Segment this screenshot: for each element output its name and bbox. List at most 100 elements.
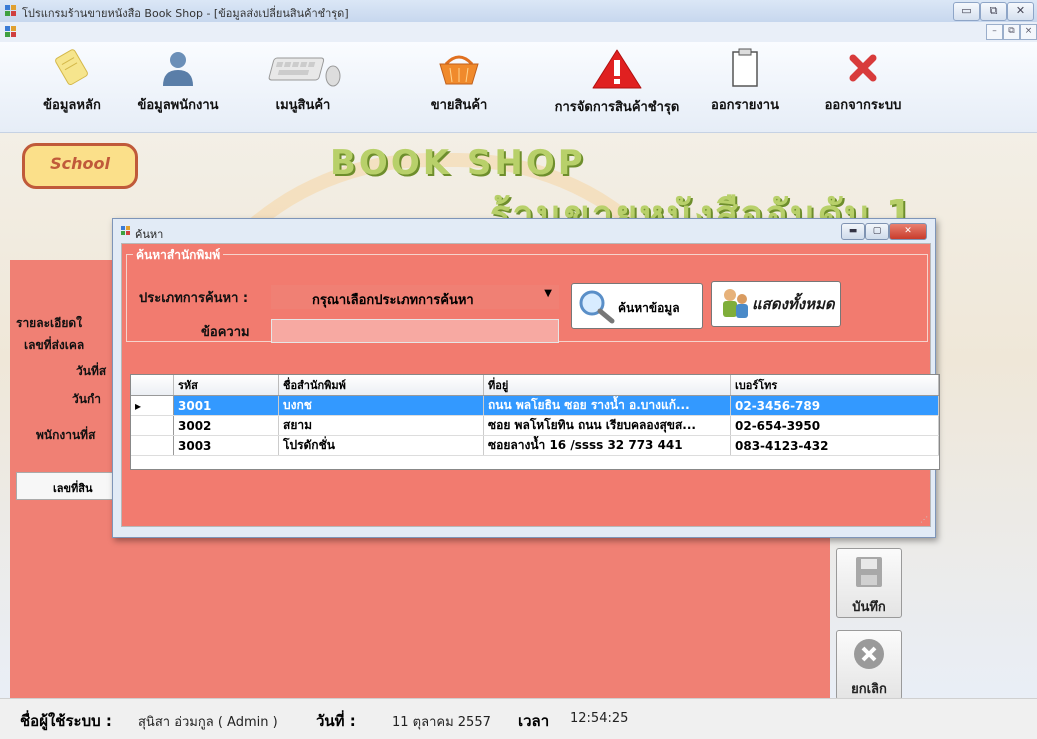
cell-address: ถนน พลโยธิน ซอย รางน้ำ อ.บางแก้... (483, 395, 731, 416)
cell-code: 3001 (173, 395, 279, 416)
status-bar: ชื่อผู้ใช้ระบบ : สุนิสา อ่วมกูล ( Admin … (0, 698, 1037, 739)
field-label-due-date: วันกำ (72, 392, 101, 406)
time-label: เวลา (518, 712, 550, 730)
cancel-button-label: ยกเลิก (851, 682, 887, 697)
cell-phone: 02-3456-789 (730, 395, 939, 416)
cell-publisher: โปรดักชั่น (278, 435, 484, 456)
search-button-label: ค้นหาข้อมูล (618, 301, 680, 315)
search-type-select[interactable]: กรุณาเลือกประเภทการค้นหา ▼ (271, 285, 559, 309)
toolbar-item-logout[interactable]: ออกจากระบบ (812, 48, 914, 128)
date-value: 11 ตุลาคม 2557 (392, 715, 491, 730)
cell-phone: 02-654-3950 (730, 415, 939, 436)
row-selector[interactable] (131, 435, 174, 456)
toolbar-item-label: ขายสินค้า (430, 98, 488, 113)
search-button[interactable]: ค้นหาข้อมูล (571, 283, 703, 329)
toolbar-item-label: ข้อมูลพนักงาน (137, 98, 219, 113)
toolbar-item-label: เมนูสินค้า (275, 98, 331, 113)
close-button[interactable]: ✕ (1007, 2, 1034, 21)
publisher-table[interactable]: รหัส ชื่อสำนักพิมพ์ ที่อยู่ เบอร์โทร ▸ 3… (130, 374, 940, 470)
school-sign: School (22, 143, 138, 189)
column-header-phone[interactable]: เบอร์โทร (730, 375, 939, 396)
warning-icon (592, 49, 642, 89)
toolbar-item-employee[interactable]: ข้อมูลพนักงาน (130, 48, 226, 128)
cell-publisher: สยาม (278, 415, 484, 436)
cancel-button[interactable]: ยกเลิก (836, 630, 902, 700)
row-selector-arrow-icon[interactable]: ▸ (131, 395, 174, 416)
cell-code: 3003 (173, 435, 279, 456)
cell-code: 3002 (173, 415, 279, 436)
table-row[interactable]: 3003 โปรดักชั่น ซอยลางน้ำ 16 /ssss 32 77… (131, 435, 939, 456)
dialog-app-icon (121, 226, 130, 235)
mdi-bar: – ⧉ × (0, 22, 1037, 43)
dialog-body: ค้นหาสำนักพิมพ์ ประเภทการค้นหา : กรุณาเล… (121, 243, 940, 527)
toolbar-item-label: ออกจากระบบ (824, 98, 902, 113)
cell-address: ซอย พลโหโยทิน ถนน เรียบคลองสุขส... (483, 415, 731, 436)
column-header-address[interactable]: ที่อยู่ (483, 375, 731, 396)
cancel-icon (854, 639, 884, 669)
chevron-down-icon: ▼ (544, 288, 552, 299)
column-header-code[interactable]: รหัส (173, 375, 279, 396)
notepad-icon (55, 49, 88, 86)
restore-button[interactable]: ⧉ (980, 2, 1007, 21)
mdi-restore-button[interactable]: ⧉ (1003, 24, 1020, 40)
search-type-label: ประเภทการค้นหา : (139, 291, 249, 306)
dialog-minimize-button[interactable]: ▬ (841, 223, 865, 240)
floppy-disk-icon (856, 557, 882, 587)
table-header-row: รหัส ชื่อสำนักพิมพ์ ที่อยู่ เบอร์โทร (131, 375, 939, 396)
column-header-publisher[interactable]: ชื่อสำนักพิมพ์ (278, 375, 484, 396)
window-title: โปรแกรมร้านขายหนังสือ Book Shop - [ข้อมู… (22, 7, 349, 20)
user-label: ชื่อผู้ใช้ระบบ : (20, 712, 112, 730)
toolbar-item-label: การจัดการสินค้าชำรุด (554, 100, 680, 115)
section-label: รายละเอียดใ (16, 316, 83, 330)
field-label-date: วันที่ส (76, 364, 107, 378)
toolbar-item-product-menu[interactable]: เมนูสินค้า (258, 48, 348, 128)
show-all-button[interactable]: แสดงทั้งหมด (711, 281, 841, 327)
user-icon (163, 52, 193, 86)
toolbar-item-damaged-goods[interactable]: การจัดการสินค้าชำรุด (542, 48, 692, 128)
toolbar-item-master-data[interactable]: ข้อมูลหลัก (30, 48, 114, 128)
close-icon (849, 54, 877, 82)
save-button[interactable]: บันทึก (836, 548, 902, 618)
cell-publisher: บงกช (278, 395, 484, 416)
grid-column-header: เลขที่สิน (53, 482, 93, 495)
basket-icon (439, 55, 479, 85)
date-label: วันที่ : (316, 712, 356, 730)
magnifier-icon (579, 290, 615, 324)
search-type-value: กรุณาเลือกประเภทการค้นหา (312, 293, 474, 308)
window-title-bar: โปรแกรมร้านขายหนังสือ Book Shop - [ข้อมู… (0, 0, 1037, 23)
groupbox-title: ค้นหาสำนักพิมพ์ (133, 246, 224, 265)
mdi-minimize-button[interactable]: – (986, 24, 1003, 40)
time-value: 12:54:25 (570, 711, 629, 726)
mdi-close-button[interactable]: × (1020, 24, 1037, 40)
field-label-return-no: เลขที่ส่งเคล (24, 338, 85, 352)
cell-address: ซอยลางน้ำ 16 /ssss 32 773 441 (483, 435, 731, 456)
toolbar-item-label: ข้อมูลหลัก (43, 98, 101, 113)
table-row[interactable]: 3002 สยาม ซอย พลโหโยทิน ถนน เรียบคลองสุข… (131, 415, 939, 436)
search-text-label: ข้อความ (201, 325, 250, 340)
main-toolbar: ข้อมูลหลัก ข้อมูลพนักงาน เมนูสินค้า ขายส… (0, 42, 1037, 133)
resize-grip-icon[interactable]: ⋰ (920, 515, 928, 524)
show-all-button-label: แสดงทั้งหมด (752, 295, 835, 313)
search-text-input[interactable] (271, 319, 559, 343)
toolbar-item-report[interactable]: ออกรายงาน (706, 48, 784, 128)
app-icon (5, 5, 16, 16)
row-header-column (131, 375, 174, 396)
row-selector[interactable] (131, 415, 174, 436)
product-grid-header: เลขที่สิน (16, 472, 118, 500)
banner-title: BOOK SHOP (330, 143, 586, 183)
table-row[interactable]: ▸ 3001 บงกช ถนน พลโยธิน ซอย รางน้ำ อ.บาง… (131, 395, 939, 416)
toolbar-item-sell[interactable]: ขายสินค้า (418, 48, 500, 128)
mdi-child-icon (5, 26, 16, 37)
minimize-button[interactable]: ▭ (953, 2, 980, 21)
toolbar-item-label: ออกรายงาน (711, 98, 779, 113)
field-label-employee: พนักงานที่ส (36, 428, 96, 442)
clipboard-icon (732, 48, 758, 87)
search-dialog: ค้นหา ▬ ▢ ✕ ค้นหาสำนักพิมพ์ ประเภทการค้น… (112, 218, 940, 538)
search-groupbox: ค้นหาสำนักพิมพ์ ประเภทการค้นหา : กรุณาเล… (126, 246, 928, 343)
dialog-close-button[interactable]: ✕ (889, 223, 927, 240)
dialog-title: ค้นหา (135, 228, 164, 241)
people-icon (723, 289, 748, 318)
cell-phone: 083-4123-432 (730, 435, 939, 456)
user-value: สุนิสา อ่วมกูล ( Admin ) (138, 715, 278, 730)
dialog-maximize-button[interactable]: ▢ (865, 223, 889, 240)
